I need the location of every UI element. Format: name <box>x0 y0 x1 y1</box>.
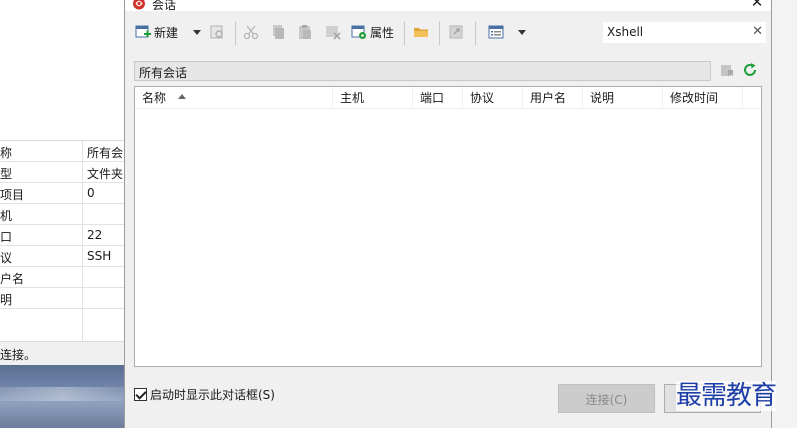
clear-search-icon[interactable]: ✕ <box>752 24 763 39</box>
delete-button[interactable] <box>325 21 341 43</box>
toolbar-separator <box>235 21 236 45</box>
status-bar: 连接。 <box>0 341 125 365</box>
show-on-startup-checkbox[interactable]: 启动时显示此对话框(S) <box>134 386 275 403</box>
property-key: 型 <box>0 162 83 182</box>
connect-button[interactable]: 连接(C) <box>558 384 655 413</box>
new-session-button[interactable]: 新建 <box>135 21 178 43</box>
column-header-port[interactable]: 端口 <box>413 87 463 109</box>
paste-icon <box>299 25 311 39</box>
property-value <box>83 309 125 341</box>
column-header-description[interactable]: 说明 <box>583 87 663 109</box>
view-button[interactable] <box>488 21 504 43</box>
column-header-protocol[interactable]: 协议 <box>463 87 523 109</box>
list-header: 名称 主机 端口 协议 用户名 说明 修改时间 <box>135 87 761 109</box>
delete-icon <box>326 26 341 40</box>
property-row <box>0 309 125 342</box>
folder-icon <box>414 28 428 37</box>
new-folder-button[interactable] <box>413 21 429 43</box>
export-icon <box>449 25 463 39</box>
chevron-down-icon <box>518 29 526 35</box>
property-key: 明 <box>0 288 83 308</box>
properties-label: 属性 <box>370 25 395 40</box>
property-key: 项目 <box>0 183 83 203</box>
property-value: 文件夹 <box>87 167 124 181</box>
property-key: 机 <box>0 204 83 224</box>
property-key <box>0 309 83 341</box>
property-row: 项目 0 <box>0 183 125 204</box>
toolbar-separator <box>404 21 405 45</box>
background-right-strip <box>772 0 797 428</box>
refresh-icon[interactable] <box>742 62 758 78</box>
sessions-dialog: 会话 ✕ 新建 属性 Xshell ✕ 所有会话 名称 主机 端口 协议 用户名… <box>124 0 772 428</box>
open-session-button[interactable] <box>209 21 225 43</box>
column-header-name[interactable]: 名称 <box>135 87 333 109</box>
property-key: 口 <box>0 225 83 245</box>
property-value <box>83 204 125 224</box>
bookmark-icon[interactable] <box>720 64 734 77</box>
toolbar-separator <box>475 21 476 45</box>
export-button[interactable] <box>448 21 464 43</box>
copy-icon <box>273 25 284 39</box>
cut-button[interactable] <box>243 21 259 43</box>
sort-ascending-icon <box>178 94 186 99</box>
property-value: 22 <box>87 228 103 242</box>
desktop-background <box>0 365 125 428</box>
watermark-logo: 最需教育 <box>676 381 777 411</box>
column-header-modified[interactable]: 修改时间 <box>663 87 743 109</box>
session-list[interactable]: 名称 主机 端口 协议 用户名 说明 修改时间 <box>134 86 762 367</box>
property-value: SSH <box>87 249 112 263</box>
toolbar-separator <box>439 21 440 45</box>
copy-button[interactable] <box>270 21 286 43</box>
view-dropdown-button[interactable] <box>518 21 526 43</box>
property-value <box>83 288 125 308</box>
property-value: 0 <box>87 186 95 200</box>
toolbar: 新建 属性 Xshell ✕ <box>125 16 771 48</box>
property-row: 户名 <box>0 267 125 288</box>
new-session-label: 新建 <box>154 25 179 40</box>
column-header-username[interactable]: 用户名 <box>523 87 583 109</box>
close-window-button[interactable]: ✕ <box>747 0 767 12</box>
session-path-bar[interactable]: 所有会话 <box>134 61 711 81</box>
new-session-icon <box>135 25 151 38</box>
cut-icon <box>243 25 259 40</box>
property-value: 所有会 <box>87 146 124 160</box>
show-on-startup-label: 启动时显示此对话框(S) <box>150 388 275 402</box>
background-window: 称 所有会 型 文件夹 项目 0 机 口 22 议 SSH 户名 明 连接。 <box>0 0 125 428</box>
new-dropdown-button[interactable] <box>193 21 201 43</box>
property-row: 议 SSH <box>0 246 125 267</box>
property-key: 户名 <box>0 267 83 287</box>
dialog-title: 会话 <box>152 0 177 12</box>
property-key: 议 <box>0 246 83 266</box>
xshell-logo-icon <box>133 0 145 10</box>
properties-table: 称 所有会 型 文件夹 项目 0 机 口 22 议 SSH 户名 明 <box>0 140 125 342</box>
paste-button[interactable] <box>297 21 313 43</box>
title-bar[interactable]: 会话 ✕ <box>125 0 771 12</box>
property-row: 口 22 <box>0 225 125 246</box>
property-row: 明 <box>0 288 125 309</box>
column-header-label: 名称 <box>142 91 167 105</box>
checkbox-checked-icon[interactable] <box>134 388 147 401</box>
property-row: 机 <box>0 204 125 225</box>
search-input[interactable]: Xshell ✕ <box>603 22 766 43</box>
property-key: 称 <box>0 141 83 161</box>
column-header-host[interactable]: 主机 <box>333 87 413 109</box>
property-row: 型 文件夹 <box>0 162 125 183</box>
properties-button[interactable]: 属性 <box>351 21 394 43</box>
search-input-value: Xshell <box>607 25 644 39</box>
chevron-down-icon <box>193 29 201 35</box>
properties-icon <box>351 25 366 39</box>
property-row: 称 所有会 <box>0 141 125 162</box>
view-list-icon <box>488 25 504 39</box>
property-value <box>83 267 125 287</box>
open-session-icon <box>210 25 223 39</box>
